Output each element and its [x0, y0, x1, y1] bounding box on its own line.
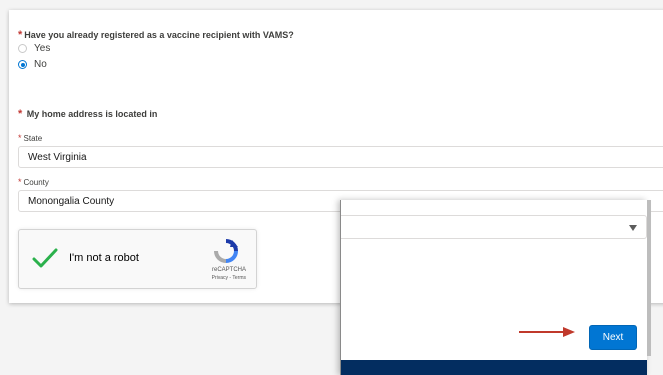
- radio-no-label: No: [34, 59, 47, 70]
- required-marker: *: [18, 177, 22, 187]
- radio-yes-label: Yes: [34, 43, 51, 54]
- radio-yes[interactable]: [18, 44, 27, 53]
- recaptcha-logo-icon: [214, 239, 238, 263]
- required-marker: *: [18, 29, 23, 41]
- radio-no[interactable]: [18, 60, 27, 69]
- required-marker: *: [18, 133, 22, 143]
- radio-option-no[interactable]: No: [18, 59, 47, 70]
- vams-question: * Have you already registered as a vaccin…: [18, 29, 294, 41]
- recaptcha-label: I'm not a robot: [69, 252, 139, 264]
- home-address-label: * My home address is located in: [18, 108, 157, 120]
- radio-option-yes[interactable]: Yes: [18, 43, 50, 54]
- overlay-panel: Next: [340, 200, 651, 375]
- red-arrow-annotation-icon: [519, 327, 575, 337]
- county-label: * County: [18, 177, 49, 187]
- checkmark-icon[interactable]: [32, 247, 58, 269]
- state-field[interactable]: West Virginia: [18, 146, 663, 168]
- required-marker: *: [18, 108, 23, 120]
- county-label-text: County: [23, 178, 49, 187]
- state-label: * State: [18, 133, 42, 143]
- recaptcha-brand: reCAPTCHA: [211, 267, 246, 273]
- state-label-text: State: [23, 134, 43, 143]
- recaptcha-links[interactable]: Privacy - Terms: [212, 275, 246, 281]
- chevron-down-icon: [629, 225, 637, 231]
- vams-question-text: Have you already registered as a vaccine…: [24, 30, 294, 40]
- overlay-footer-bar: [341, 360, 647, 375]
- overlay-scrollbar[interactable]: [647, 200, 651, 356]
- overlay-dropdown[interactable]: [341, 215, 647, 239]
- recaptcha-widget: I'm not a robot reCAPTCHA Privacy - Term…: [18, 229, 257, 289]
- next-button[interactable]: Next: [589, 325, 637, 350]
- home-address-text: My home address is located in: [26, 109, 158, 119]
